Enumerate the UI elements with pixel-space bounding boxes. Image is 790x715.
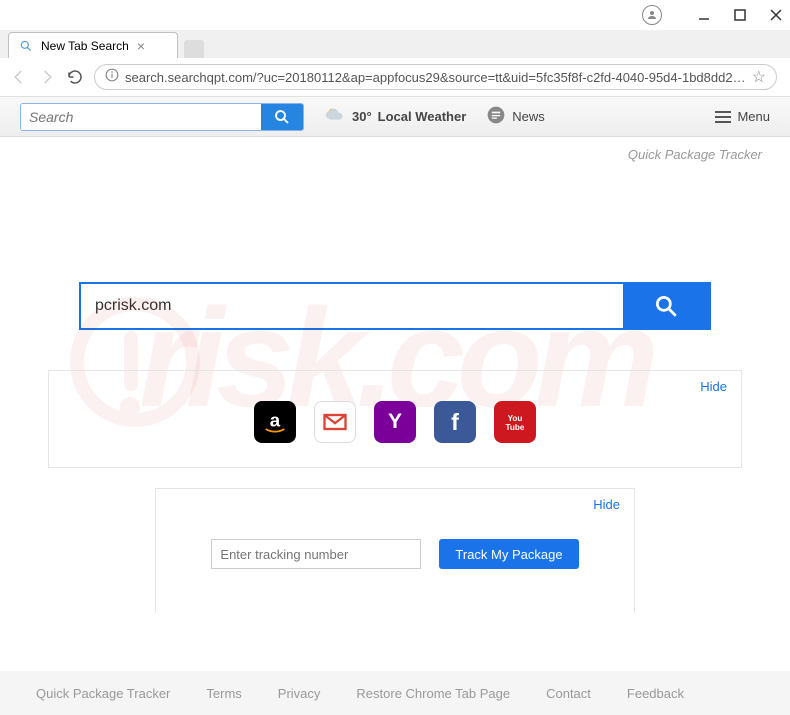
svg-text:Tube: Tube (506, 423, 525, 432)
back-button[interactable] (10, 68, 28, 86)
toolbar-news[interactable]: News (486, 105, 545, 128)
url-text: search.searchqpt.com/?uc=20180112&ap=app… (125, 70, 746, 85)
footer-link[interactable]: Privacy (278, 686, 321, 701)
svg-text:f: f (451, 409, 459, 435)
toolbar-search-button[interactable] (261, 104, 303, 130)
quicklinks-box: Hide a Y f YouTube (48, 370, 742, 468)
footer-link[interactable]: Restore Chrome Tab Page (356, 686, 510, 701)
tab-close-icon[interactable]: × (137, 38, 145, 54)
search-icon (19, 39, 33, 53)
brand-label: Quick Package Tracker (28, 147, 762, 162)
main-search (79, 282, 711, 330)
toolbar-menu[interactable]: Menu (715, 109, 770, 124)
maximize-button[interactable] (734, 9, 746, 21)
weather-icon (324, 104, 346, 129)
news-label: News (512, 109, 545, 124)
track-package-button[interactable]: Track My Package (439, 539, 578, 569)
browser-tab[interactable]: New Tab Search × (8, 32, 178, 58)
url-input[interactable]: search.searchqpt.com/?uc=20180112&ap=app… (94, 64, 777, 90)
tracking-box: Hide Track My Package (155, 488, 635, 613)
svg-text:Y: Y (388, 410, 402, 433)
weather-label: Local Weather (378, 109, 467, 124)
minimize-button[interactable] (698, 9, 710, 21)
youtube-icon[interactable]: YouTube (494, 401, 536, 443)
new-tab-button[interactable] (184, 40, 204, 58)
weather-temp: 30° (352, 109, 372, 124)
menu-label: Menu (737, 109, 770, 124)
close-button[interactable] (770, 9, 782, 21)
tab-title: New Tab Search (41, 39, 129, 53)
profile-avatar-icon[interactable] (642, 5, 662, 25)
footer-link[interactable]: Quick Package Tracker (36, 686, 170, 701)
forward-button[interactable] (38, 68, 56, 86)
news-icon (486, 105, 506, 128)
hamburger-icon (715, 111, 731, 123)
page-toolbar: 30° Local Weather News Menu (0, 97, 790, 137)
tracking-input[interactable] (211, 539, 421, 569)
svg-text:You: You (508, 414, 523, 423)
footer-link[interactable]: Terms (206, 686, 241, 701)
yahoo-icon[interactable]: Y (374, 401, 416, 443)
main-search-input[interactable] (81, 284, 623, 328)
footer: Quick Package Tracker Terms Privacy Rest… (0, 671, 790, 715)
main-search-button[interactable] (623, 284, 709, 328)
gmail-icon[interactable] (314, 401, 356, 443)
tab-bar: New Tab Search × (0, 30, 790, 58)
footer-link[interactable]: Feedback (627, 686, 684, 701)
bookmark-star-icon[interactable]: ☆ (752, 67, 766, 87)
toolbar-weather[interactable]: 30° Local Weather (324, 104, 466, 129)
toolbar-search-input[interactable] (21, 104, 261, 130)
footer-link[interactable]: Contact (546, 686, 591, 701)
address-bar: search.searchqpt.com/?uc=20180112&ap=app… (0, 58, 790, 96)
reload-button[interactable] (66, 68, 84, 86)
amazon-icon[interactable]: a (254, 401, 296, 443)
quicklinks-hide-link[interactable]: Hide (700, 379, 727, 394)
svg-text:a: a (270, 410, 281, 431)
info-icon[interactable] (105, 68, 119, 87)
tracking-hide-link[interactable]: Hide (593, 497, 620, 512)
toolbar-search (20, 103, 304, 131)
facebook-icon[interactable]: f (434, 401, 476, 443)
